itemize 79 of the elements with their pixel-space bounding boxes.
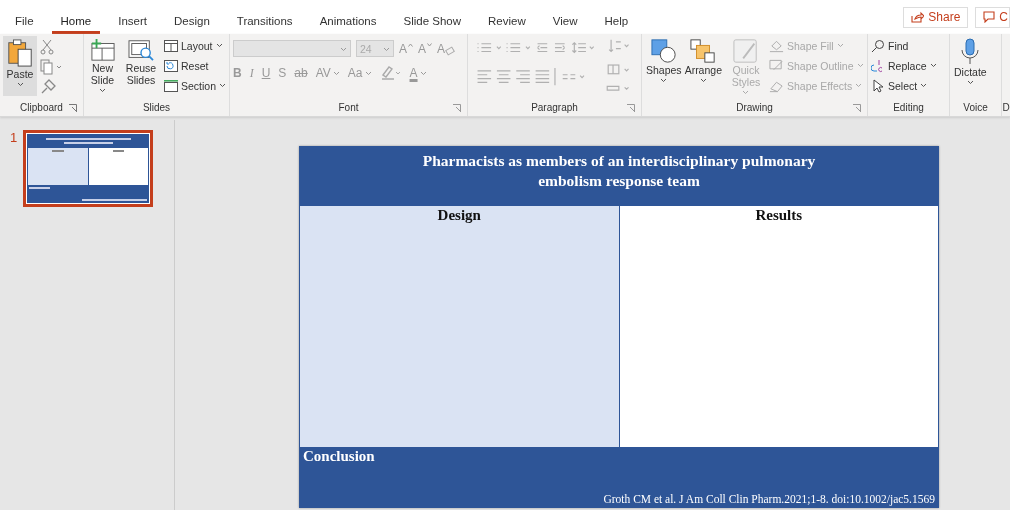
citation-text: Groth CM et al. J Am Coll Clin Pharm.2021;1-8. doi:10.1002/jac5.1569 <box>603 493 935 505</box>
chevron-icon <box>856 63 864 68</box>
cursor-icon <box>871 78 885 93</box>
group-label: Voice <box>963 102 988 113</box>
replace-button[interactable]: Replace <box>871 57 937 74</box>
column-heading: Design <box>437 207 481 225</box>
shapes-button[interactable]: Shapes <box>645 36 683 85</box>
slide-thumbnail[interactable] <box>23 130 154 207</box>
dialog-launcher-icon[interactable] <box>853 104 861 112</box>
share-button[interactable]: Share <box>903 6 969 28</box>
chevron-icon <box>699 78 707 83</box>
group-label: D <box>1002 102 1010 113</box>
reset-button[interactable]: Reset <box>163 57 226 74</box>
find-button[interactable]: Find <box>871 37 937 54</box>
comments-button[interactable]: C <box>975 6 1010 28</box>
arrange-icon <box>689 38 718 64</box>
group-label: Clipboard <box>20 102 63 113</box>
chevron-icon <box>16 82 24 87</box>
chevron-icon <box>419 70 427 76</box>
chevron-icon <box>855 83 863 88</box>
group-label: Slides <box>142 102 171 113</box>
group-label: Drawing <box>736 102 773 113</box>
copy-icon[interactable] <box>40 59 64 75</box>
eraser-icon <box>769 78 784 93</box>
ribbon-tab[interactable]: Design <box>165 11 219 34</box>
caret-up-icon <box>408 42 413 47</box>
chevron-icon <box>742 90 750 95</box>
ribbon-tab[interactable]: Slide Show <box>394 11 471 34</box>
ribbon-tab[interactable]: View <box>543 11 587 34</box>
chevron-icon <box>920 83 928 88</box>
dialog-launcher-icon[interactable] <box>69 104 77 112</box>
slide-title: Pharmacists as members of an interdisciplinary pulmonary embolism response team <box>421 151 817 191</box>
section-icon <box>163 79 178 92</box>
chevron-icon <box>340 47 347 52</box>
slide-number: 1 <box>10 130 18 147</box>
chevron-icon <box>660 78 668 83</box>
chevron-icon <box>219 83 226 88</box>
share-icon <box>911 11 925 23</box>
chevron-icon <box>966 80 974 85</box>
slide-search-icon <box>127 38 155 62</box>
clipboard-icon <box>6 38 34 68</box>
microphone-icon <box>959 38 982 66</box>
ribbon-tab[interactable]: File <box>6 11 43 34</box>
reset-icon <box>163 59 178 72</box>
caret-down-icon <box>427 42 433 47</box>
replace-icon <box>871 58 885 73</box>
select-button[interactable]: Select <box>871 77 937 94</box>
group-label: Paragraph <box>531 102 578 113</box>
ribbon-tab[interactable]: Insert <box>109 11 156 34</box>
section-button[interactable]: Section <box>163 77 226 94</box>
chevron-icon <box>99 88 106 93</box>
chevron-icon <box>215 43 223 48</box>
layout-button[interactable]: Layout <box>163 37 226 54</box>
ribbon-tab[interactable]: Review <box>479 11 535 34</box>
group-label: Font <box>338 102 359 113</box>
layout-icon <box>163 39 178 52</box>
chevron-icon <box>929 63 937 68</box>
paste-button[interactable]: Paste <box>3 36 37 96</box>
comment-icon <box>983 11 996 23</box>
shapes-icon <box>649 38 678 64</box>
ribbon-tab[interactable]: Help <box>595 11 638 34</box>
conclusion-heading: Conclusion <box>303 448 375 465</box>
new-slide-button[interactable]: New Slide <box>87 36 118 95</box>
ribbon-tab[interactable]: Transitions <box>227 11 302 34</box>
paint-bucket-icon <box>769 38 784 53</box>
ribbon-tab[interactable]: Animations <box>310 11 386 34</box>
new-slide-icon <box>88 38 117 62</box>
chevron-icon <box>836 43 844 48</box>
search-icon <box>871 38 885 53</box>
cut-icon[interactable] <box>40 39 54 55</box>
dictate-button[interactable]: Dictate <box>953 36 988 87</box>
chevron-icon <box>332 70 340 76</box>
arrange-button[interactable]: Arrange <box>683 36 723 85</box>
format-painter-icon[interactable] <box>40 79 56 95</box>
column-heading: Results <box>755 207 803 225</box>
chevron-icon <box>364 70 372 76</box>
chevron-icon <box>383 47 390 52</box>
reuse-slides-button[interactable]: Reuse Slides <box>121 36 161 88</box>
group-label: Editing <box>893 102 924 113</box>
